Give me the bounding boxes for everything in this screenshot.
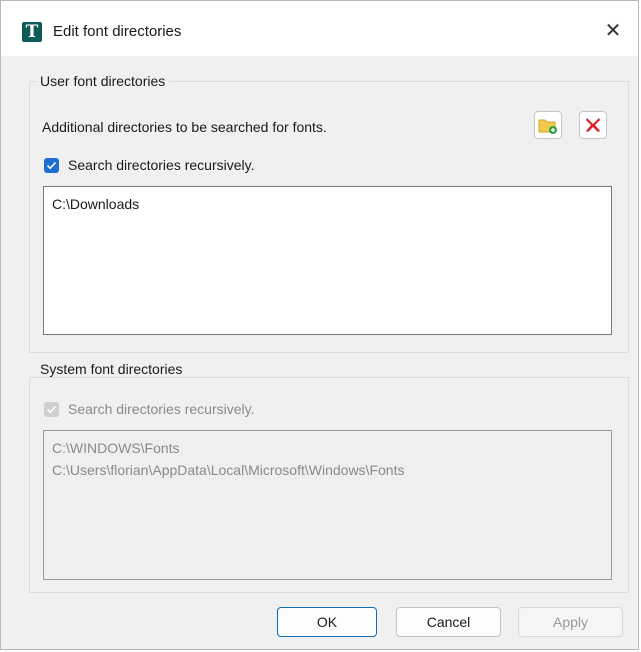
user-group-legend: User font directories — [36, 73, 170, 89]
user-recursive-checkbox-row[interactable]: Search directories recursively. — [44, 155, 254, 175]
ok-button[interactable]: OK — [277, 607, 377, 637]
dialog-title: Edit font directories — [53, 23, 182, 40]
folder-add-icon — [538, 119, 557, 134]
cancel-button[interactable]: Cancel — [396, 607, 501, 637]
app-icon: T — [22, 22, 42, 42]
remove-directory-button[interactable] — [579, 111, 607, 139]
red-x-icon — [586, 118, 600, 132]
system-recursive-label: Search directories recursively. — [68, 401, 255, 417]
system-directories-list: C:\WINDOWS\Fonts C:\Users\florian\AppDat… — [43, 430, 612, 580]
checkmark-icon — [46, 161, 57, 169]
title-bar: T Edit font directories ✕ — [1, 1, 638, 56]
list-item: C:\Users\florian\AppData\Local\Microsoft… — [52, 462, 405, 478]
system-recursive-checkbox — [44, 401, 59, 417]
list-item[interactable]: C:\Downloads — [52, 193, 603, 215]
close-button[interactable]: ✕ — [588, 11, 638, 51]
add-directory-button[interactable] — [534, 111, 562, 139]
user-recursive-checkbox[interactable] — [44, 157, 59, 173]
user-group-description: Additional directories to be searched fo… — [42, 119, 327, 135]
system-recursive-checkbox-row: Search directories recursively. — [44, 399, 254, 419]
apply-button[interactable]: Apply — [518, 607, 623, 637]
close-icon: ✕ — [604, 20, 622, 42]
user-recursive-label: Search directories recursively. — [68, 157, 255, 173]
system-group-legend: System font directories — [36, 361, 187, 377]
dialog-window: T Edit font directories ✕ User font dire… — [0, 0, 639, 650]
checkmark-icon — [46, 405, 57, 413]
list-item: C:\WINDOWS\Fonts — [52, 440, 180, 456]
user-directories-list[interactable]: C:\Downloads — [43, 186, 612, 335]
